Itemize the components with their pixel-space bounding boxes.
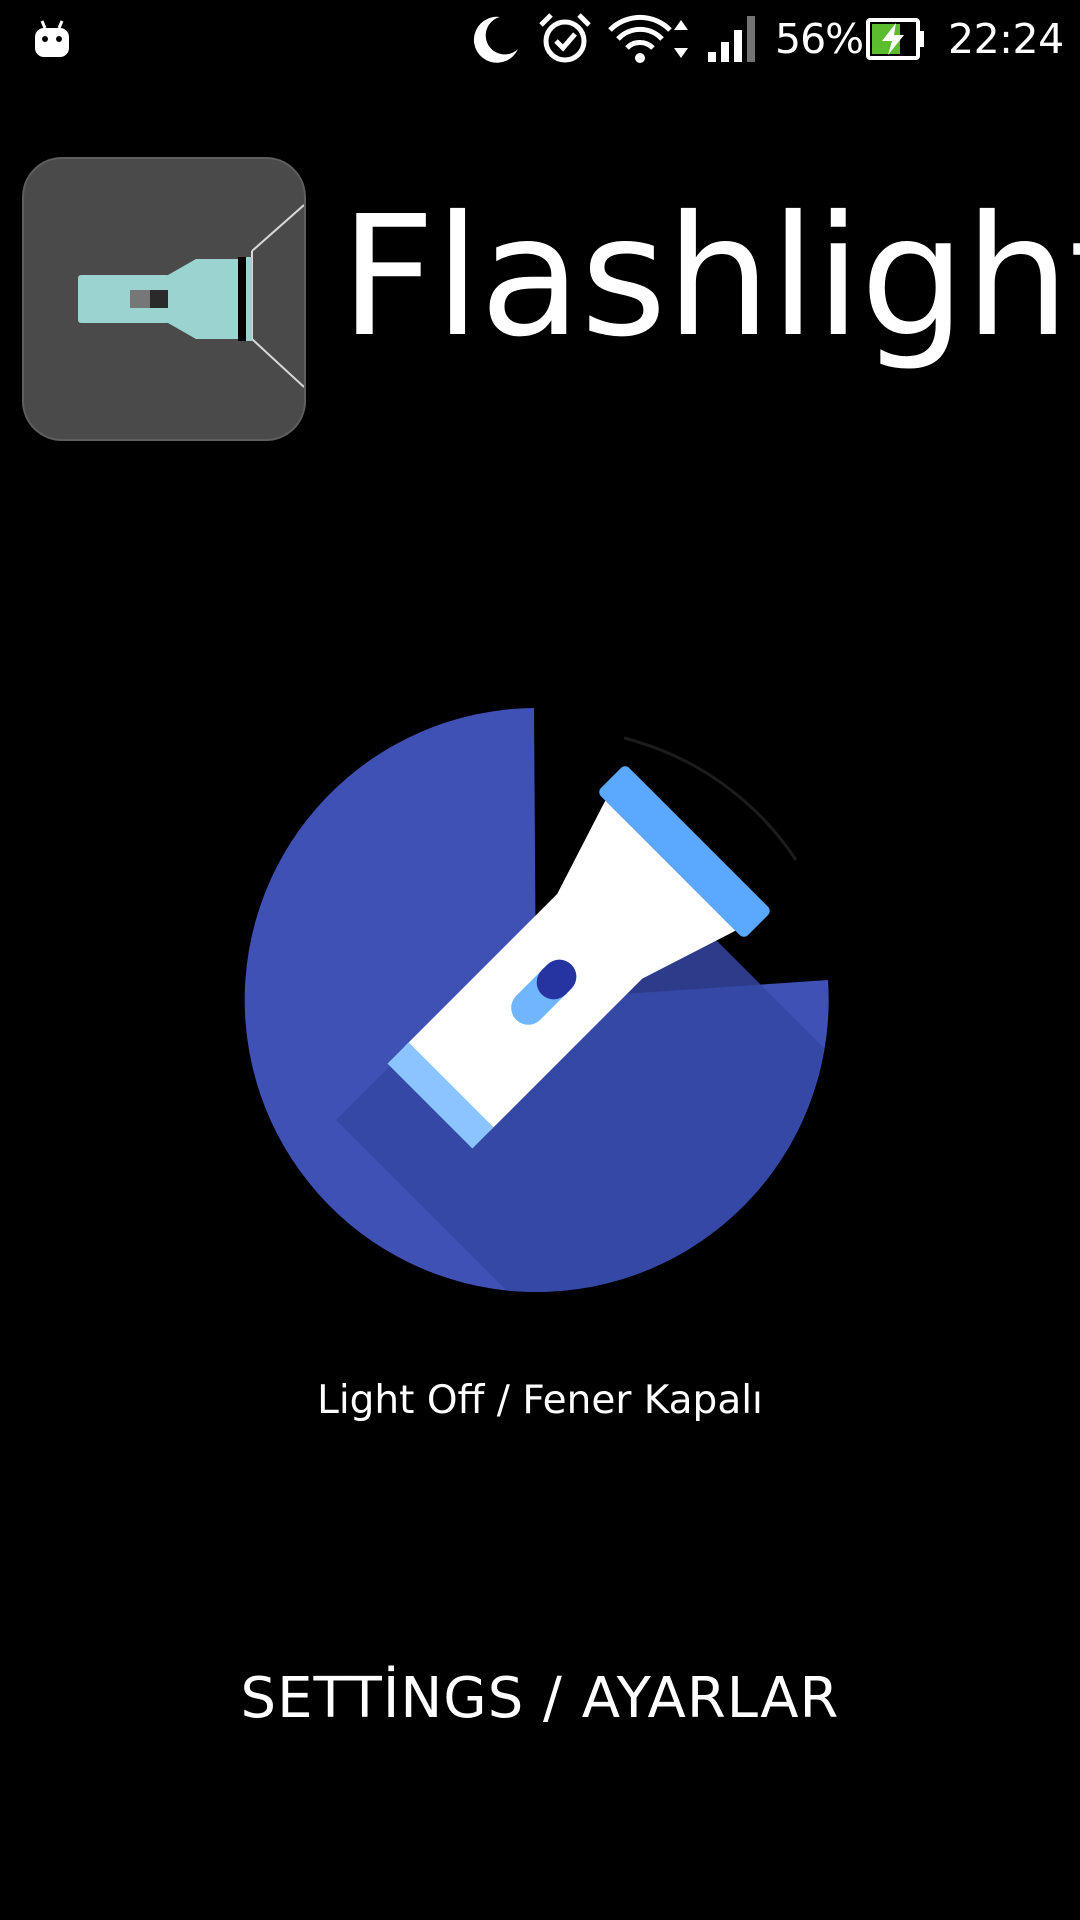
alarm-icon [538,0,592,78]
app-title: Flashlight [340,181,1080,374]
flashlight-screen: 56% 22:24 Flashlight Light Off / Fener K… [0,0,1080,1920]
flashlight-logo-icon [22,157,306,441]
settings-button[interactable]: SETTİNGS / AYARLAR [0,1666,1080,1731]
clock-time: 22:24 [948,15,1064,63]
status-bar: 56% 22:24 [0,0,1080,78]
light-status-text: Light Off / Fener Kapalı [317,1378,763,1423]
flashlight-icon [244,708,829,1292]
moon-icon [470,0,522,78]
wifi-icon [608,0,694,78]
battery-percent: 56% [775,15,864,63]
android-notification-icon [34,0,70,78]
flashlight-toggle-button[interactable] [236,700,836,1300]
signal-icon [706,0,762,78]
battery-charging-icon [866,0,926,78]
